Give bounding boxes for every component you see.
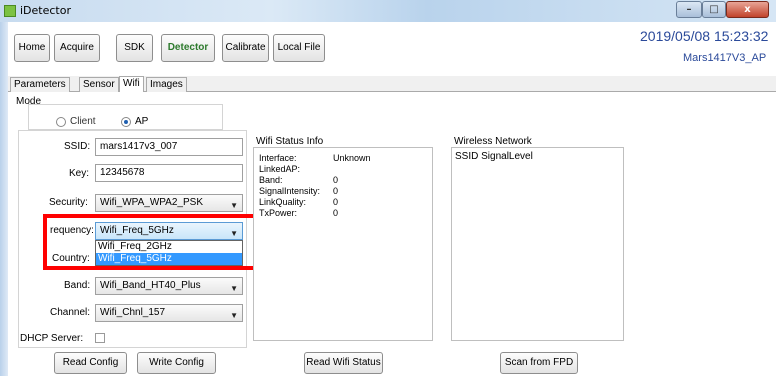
nav-calibrate-button[interactable]: Calibrate [222,34,269,62]
read-wifi-status-button[interactable]: Read Wifi Status [304,352,383,374]
status-key-signal: SignalIntensity: [259,186,321,196]
status-value-txpower: 0 [333,208,339,218]
write-config-button[interactable]: Write Config [137,352,216,374]
nav-local-file-button[interactable]: Local File [273,34,325,62]
security-label: Security: [49,197,88,208]
wireless-network-title: Wireless Network [454,136,532,147]
wifi-status-title: Wifi Status Info [256,136,324,147]
dhcp-label: DHCP Server: [20,333,84,344]
channel-select-value: Wifi_Chnl_157 [100,307,166,318]
wifi-status-list: Interface: Unknown LinkedAP: Band: 0 Signa… [259,153,429,219]
datetime-display: 2019/05/08 15:23:32 [640,28,769,44]
status-key-interface: Interface: [259,153,297,163]
dhcp-checkbox[interactable] [95,333,105,343]
read-config-button[interactable]: Read Config [54,352,127,374]
status-value-signal: 0 [333,186,339,196]
client-radio-label: Client [70,116,96,127]
tab-images[interactable]: Images [146,77,187,92]
wireless-network-list[interactable] [451,147,624,341]
ssid-label: SSID: [64,141,91,152]
nav-acquire-button[interactable]: Acquire [54,34,100,62]
key-label: Key: [69,168,90,179]
band-label: Band: [64,280,91,291]
nav-sdk-button[interactable]: SDK [116,34,153,62]
band-select-value: Wifi_Band_HT40_Plus [100,280,201,291]
highlight-box [43,214,262,270]
tab-wifi[interactable]: Wifi [119,76,144,93]
nav-detector-button[interactable]: Detector [161,34,215,62]
status-value-linkquality: 0 [333,197,339,207]
status-value-band: 0 [333,175,339,185]
ssid-input[interactable]: mars1417v3_007 [95,138,243,156]
tab-parameters[interactable]: Parameters [10,77,70,92]
window-title: iDetector [20,4,71,17]
status-key-band: Band: [259,175,283,185]
ap-radio[interactable] [121,117,131,127]
ap-radio-label: AP [135,116,149,127]
wireless-network-header: SSID SignalLevel [455,151,533,162]
chevron-down-icon: ▼ [230,311,238,320]
band-select[interactable]: Wifi_Band_HT40_Plus ▼ [95,277,243,295]
scan-from-fpd-button[interactable]: Scan from FPD [500,352,578,374]
security-select-value: Wifi_WPA_WPA2_PSK [100,197,203,208]
channel-label: Channel: [50,307,91,318]
status-key-txpower: TxPower: [259,208,298,218]
status-key-linkedap: LinkedAP: [259,164,301,174]
app-icon [4,5,16,17]
chevron-down-icon: ▼ [230,284,238,293]
status-key-linkquality: LinkQuality: [259,197,307,207]
key-input[interactable]: 12345678 [95,164,243,182]
minimize-button[interactable]: – [676,1,702,18]
title-bar [0,0,776,22]
device-name: Mars1417V3_AP [683,52,767,64]
status-value-interface: Unknown [333,153,371,163]
chevron-down-icon: ▼ [230,201,238,210]
client-radio[interactable] [56,117,66,127]
tab-sensor[interactable]: Sensor [79,77,119,92]
window-frame-left [0,22,8,376]
security-select[interactable]: Wifi_WPA_WPA2_PSK ▼ [95,194,243,212]
close-button[interactable]: x [726,1,769,18]
nav-home-button[interactable]: Home [14,34,50,62]
channel-select[interactable]: Wifi_Chnl_157 ▼ [95,304,243,322]
maximize-button[interactable]: □ [702,1,726,18]
